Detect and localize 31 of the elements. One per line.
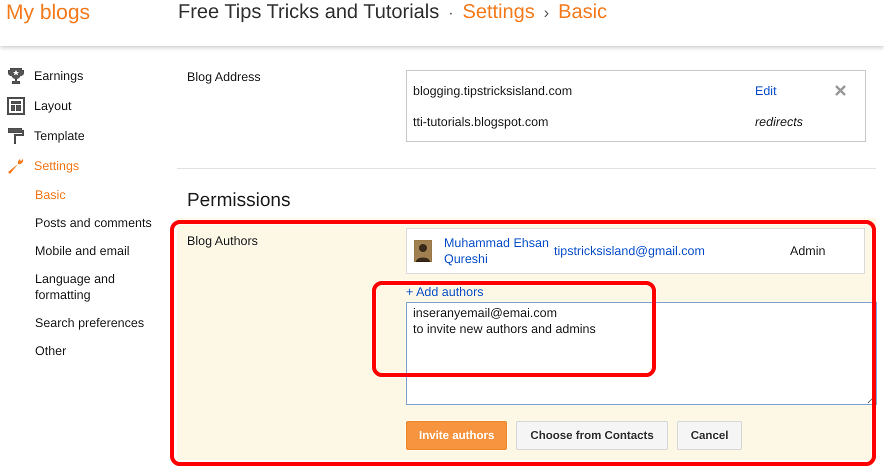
sidebar-item[interactable]: Layout	[0, 91, 176, 121]
separator: ·	[448, 5, 454, 23]
sidebar-item[interactable]: Template	[0, 121, 176, 151]
trophy-icon	[7, 67, 25, 85]
blog-address: blogging.tipstricksisland.com	[413, 84, 574, 98]
wrench-icon	[7, 157, 25, 175]
redirects-note: redirects	[755, 114, 804, 128]
paint-roller-icon	[7, 127, 25, 145]
sidebar-subitem[interactable]: Search preferences	[0, 309, 160, 337]
sidebar-subitem[interactable]: Language and formatting	[0, 265, 160, 309]
blog-address: tti-tutorials.blogspot.com	[413, 114, 550, 128]
blog-title: Free Tips Tricks and Tutorials	[178, 1, 440, 24]
setting-label: Blog Authors	[187, 233, 259, 250]
setting-label: Blog Address	[187, 70, 262, 86]
close-icon[interactable]	[835, 85, 846, 96]
author-role: Admin	[790, 244, 826, 258]
action-button[interactable]: Cancel	[676, 421, 742, 450]
add-authors-link[interactable]: + Add authors	[406, 285, 484, 299]
edit-link[interactable]: Edit	[755, 84, 835, 98]
author-name-link[interactable]: Muhammad Ehsan Qureshi	[444, 235, 554, 267]
breadcrumb-separator: ›	[544, 5, 550, 23]
section-heading: Permissions	[187, 190, 292, 213]
sidebar-item[interactable]: Earnings	[0, 61, 176, 91]
layout-icon	[7, 97, 25, 115]
action-button[interactable]: Choose from Contacts	[516, 421, 668, 450]
sidebar-subitem[interactable]: Posts and comments	[0, 209, 160, 237]
sidebar-subitem[interactable]: Other	[0, 337, 160, 365]
author-email-link[interactable]: tipstricksisland@gmail.com	[554, 243, 790, 259]
sidebar-subitem[interactable]: Mobile and email	[0, 237, 160, 265]
invite-field[interactable]: inseranyemail@emai.com to invite new authors and admins	[406, 302, 877, 405]
avatar-icon	[414, 240, 432, 262]
